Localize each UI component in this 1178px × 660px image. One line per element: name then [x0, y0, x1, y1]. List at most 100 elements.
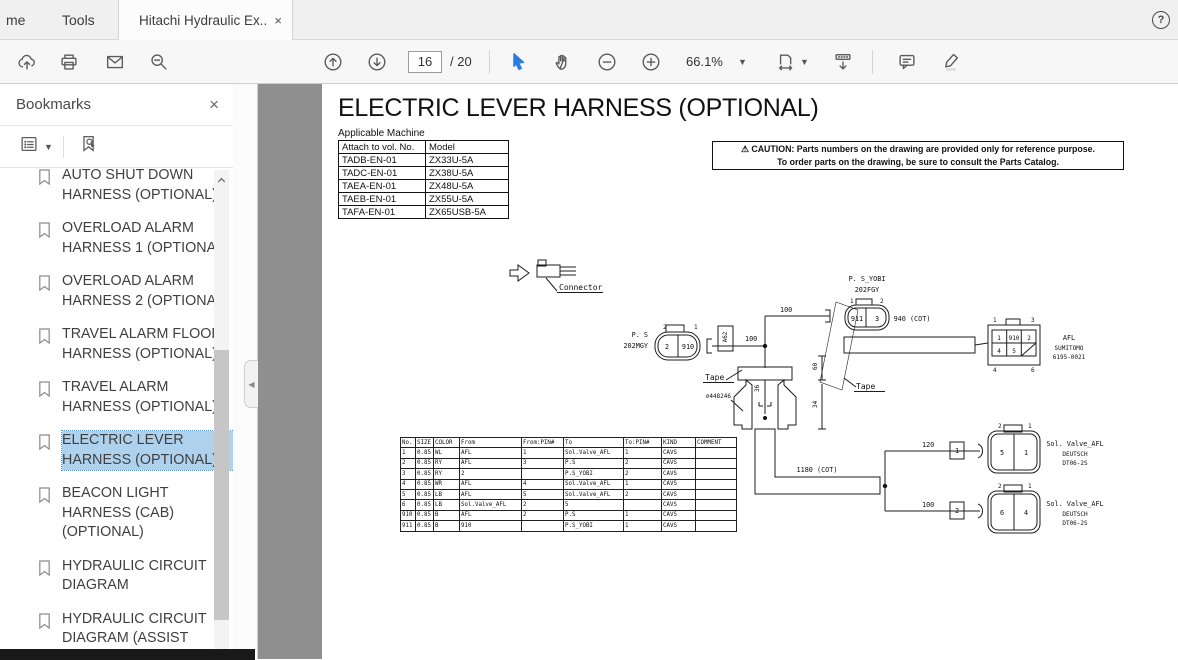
table-cell: 2 [460, 469, 522, 479]
previous-page-button[interactable] [322, 51, 344, 73]
cursor-arrow-icon [508, 51, 530, 73]
table-cell: B [434, 521, 460, 531]
bookmark-options-button[interactable] [18, 133, 40, 160]
bookmarks-scrollbar[interactable] [214, 170, 229, 659]
table-cell: 2 [522, 500, 564, 510]
afl-connector: 1 3 4 6 1 910 2 4 5 [988, 317, 1086, 374]
document-canvas[interactable]: ELECTRIC LEVER HARNESS (OPTIONAL) Applic… [258, 84, 1178, 659]
table-cell: P.S [564, 458, 624, 468]
table-cell: 1 [624, 448, 662, 458]
bookmark-icon [37, 486, 52, 505]
afl-label-name: AFL [1063, 334, 1075, 342]
bookmark-item[interactable]: HYDRAULIC CIRCUIT DIAGRAM [0, 550, 233, 603]
arrow-down-circle-icon [366, 51, 388, 73]
legend-arrow-icon [510, 265, 529, 281]
table-header-cell: SIZE [416, 438, 434, 448]
wire-list-table: No.SIZECOLORFromFrom:PIN#ToTo:PIN#KINDCO… [400, 437, 737, 532]
table-cell: Sol.Valve_AFL [564, 489, 624, 499]
table-header-cell: To:PIN# [624, 438, 662, 448]
wire-length-100-left: 100 [745, 335, 757, 343]
table-cell: CAVS [662, 479, 696, 489]
table-cell: 2 [624, 469, 662, 479]
table-cell: B [434, 510, 460, 520]
collapse-panel-button[interactable]: ◀ [244, 360, 258, 408]
page-total-label: / 20 [450, 54, 472, 69]
zoom-out-button[interactable] [596, 51, 618, 73]
email-button[interactable] [104, 51, 126, 73]
ps-cell-right: 910 [682, 343, 694, 351]
bookmark-item[interactable]: TRAVEL ALARM FLOOR HARNESS (OPTIONAL) [0, 318, 233, 371]
pdf-page: ELECTRIC LEVER HARNESS (OPTIONAL) Applic… [322, 84, 1178, 659]
bookmark-item-selected[interactable]: ELECTRIC LEVER HARNESS (OPTIONAL) [0, 424, 233, 477]
table-cell [696, 448, 737, 458]
options-caret-icon[interactable]: ▼ [44, 142, 53, 152]
zoom-in-button[interactable] [640, 51, 662, 73]
table-cell [522, 469, 564, 479]
bookmark-item[interactable]: OVERLOAD ALARM HARNESS 2 (OPTIONAL) [0, 265, 233, 318]
minus-circle-icon [596, 51, 618, 73]
afl-cell-3: 2 [1027, 335, 1031, 342]
bookmarks-title: Bookmarks [16, 96, 209, 113]
share-upload-button[interactable] [16, 51, 38, 73]
table-header-cell: COMMENT [696, 438, 737, 448]
wiring-diagram: Connector P. S 202MGY 2 1 2 9 [322, 84, 1178, 659]
select-tool-button[interactable] [508, 51, 530, 73]
bookmark-item[interactable]: TRAVEL ALARM HARNESS (OPTIONAL) [0, 371, 233, 424]
bookmark-item[interactable]: AUTO SHUT DOWN HARNESS (OPTIONAL) [0, 159, 233, 212]
print-button[interactable] [58, 51, 80, 73]
bookmark-label: TRAVEL ALARM FLOOR HARNESS (OPTIONAL) [62, 325, 233, 364]
bookmarks-close-icon[interactable]: × [209, 95, 219, 115]
bookmark-item[interactable]: BEACON LIGHT HARNESS (CAB) (OPTIONAL) [0, 477, 233, 550]
bookmark-icon [37, 168, 52, 187]
table-cell: AFL [460, 489, 522, 499]
afl-pin-tl: 1 [993, 317, 997, 324]
find-current-bookmark-button[interactable] [78, 133, 100, 160]
table-cell: 5 [522, 489, 564, 499]
table-cell: 910 [460, 521, 522, 531]
highlight-button[interactable] [940, 51, 962, 73]
table-cell [696, 521, 737, 531]
envelope-icon [104, 51, 126, 73]
table-cell: AFL [460, 448, 522, 458]
zoom-level-label[interactable]: 66.1% [686, 54, 723, 69]
bookmark-label: HYDRAULIC CIRCUIT DIAGRAM [62, 557, 233, 596]
help-icon[interactable]: ? [1152, 11, 1170, 29]
page-number-input[interactable]: 16 [408, 51, 442, 73]
tab-document[interactable]: Hitachi Hydraulic Ex... × [118, 0, 293, 40]
tab-tools-label: Tools [62, 12, 95, 28]
search-button[interactable] [148, 51, 170, 73]
ps-connector: P. S 202MGY 2 1 2 910 [623, 324, 712, 360]
sol-valve-bottom: 100 2 2 1 6 4 Sol. Valve_AFL DEUTSCH [922, 483, 1104, 533]
scroll-up-icon[interactable] [216, 173, 227, 184]
sol-bottom-pin-right: 1 [1028, 483, 1032, 490]
bookmarks-list: AUTO SHUT DOWN HARNESS (OPTIONAL) OVERLO… [0, 159, 233, 660]
scrollbar-thumb[interactable] [214, 350, 229, 620]
table-cell: 0.85 [416, 469, 434, 479]
bottom-bar [0, 649, 255, 660]
sol-bottom-name: Sol. Valve_AFL [1046, 500, 1103, 508]
fit-dropdown-caret-icon[interactable]: ▼ [800, 57, 809, 67]
next-page-button[interactable] [366, 51, 388, 73]
bookmark-item[interactable]: OVERLOAD ALARM HARNESS 1 (OPTIONAL) [0, 212, 233, 265]
ps-cell-left: 2 [665, 343, 669, 351]
toolbar-divider [872, 50, 873, 74]
tab-home[interactable]: me [0, 0, 35, 40]
ps-yobi-cell-right: 3 [875, 315, 879, 323]
dim-34-label: 34 [812, 400, 819, 408]
grommet-part-label: ∅448246 [706, 393, 732, 400]
toolbar: 16 / 20 66.1% ▼ ▼ [0, 40, 1178, 84]
sol-top-cell-right: 1 [1024, 449, 1028, 457]
close-tab-icon[interactable]: × [274, 13, 282, 28]
hand-tool-button[interactable] [552, 51, 574, 73]
sol-bottom-cell-left: 6 [1000, 509, 1004, 517]
bookmark-label: OVERLOAD ALARM HARNESS 2 (OPTIONAL) [62, 272, 233, 311]
zoom-dropdown-caret-icon[interactable]: ▼ [738, 57, 747, 67]
sol-top-tag: 1 [955, 447, 959, 455]
bookmark-label: ELECTRIC LEVER HARNESS (OPTIONAL) [62, 431, 233, 470]
hide-toolbar-button[interactable] [832, 51, 854, 73]
table-cell: 4 [522, 479, 564, 489]
fit-width-button[interactable] [776, 51, 798, 73]
comment-button[interactable] [896, 51, 918, 73]
tab-tools[interactable]: Tools [38, 0, 119, 40]
bookmark-search-icon [78, 133, 100, 155]
